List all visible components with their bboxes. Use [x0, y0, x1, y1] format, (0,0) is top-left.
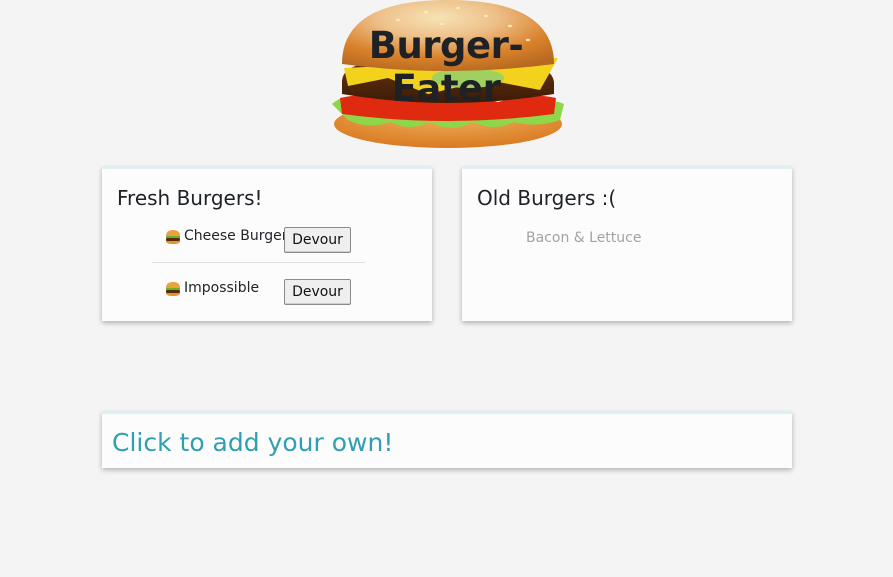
- page-title: Burger-Eater: [368, 24, 524, 110]
- hamburger-emoji-icon: [166, 230, 180, 244]
- add-burger-card[interactable]: Click to add your own!: [102, 412, 792, 468]
- old-burgers-card: Old Burgers :( Bacon & Lettuce: [462, 167, 792, 321]
- hamburger-emoji-icon: [166, 282, 180, 296]
- burger-name: Cheese Burger: [184, 228, 288, 244]
- list-item: Cheese Burger Devour: [152, 219, 365, 259]
- devour-button[interactable]: Devour: [284, 227, 351, 253]
- old-burgers-title: Old Burgers :(: [477, 186, 617, 210]
- fresh-burgers-card: Fresh Burgers! Cheese Burger Devour Impo…: [102, 167, 432, 321]
- divider: [152, 262, 365, 263]
- hero-header: Burger-Eater: [318, 0, 574, 154]
- fresh-burgers-title: Fresh Burgers!: [117, 186, 263, 210]
- devoured-burger-item: Bacon & Lettuce: [526, 230, 642, 246]
- devour-button[interactable]: Devour: [284, 279, 351, 305]
- burger-name: Impossible: [184, 280, 260, 296]
- list-item: Impossible Devour: [152, 271, 365, 311]
- add-burger-link[interactable]: Click to add your own!: [112, 428, 393, 457]
